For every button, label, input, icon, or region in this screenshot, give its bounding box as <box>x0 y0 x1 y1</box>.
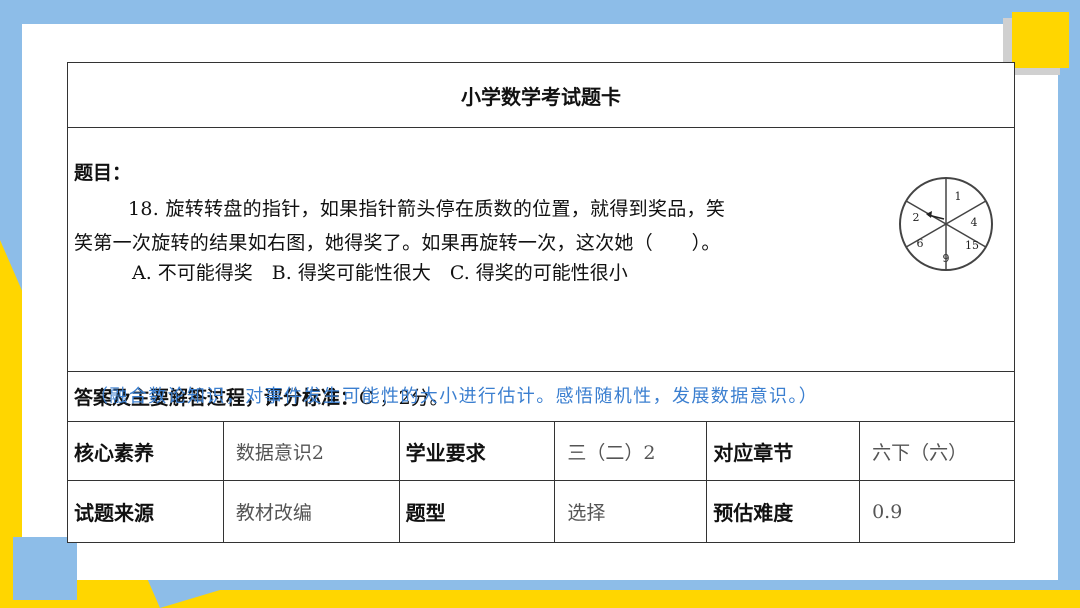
difficulty-value: 0.9 <box>859 480 1015 543</box>
question-cell: 题目： 18. 旋转转盘的指针，如果指针箭头停在质数的位置，就得到奖品，笑 笑第… <box>67 127 1015 407</box>
academic-requirement-value: 三（二）2 <box>554 421 708 481</box>
spinner-number-15: 15 <box>965 239 979 252</box>
chapter-value: 六下（六） <box>859 421 1015 481</box>
question-text-line-1: 18. 旋转转盘的指针，如果指针箭头停在质数的位置，就得到奖品，笑 <box>128 198 726 220</box>
question-label: 题目： <box>74 162 132 184</box>
spinner-number-6: 6 <box>917 237 924 250</box>
question-text-line-2: 笑第一次旋转的结果如右图，她得奖了。如果再旋转一次，这次她（ ）。 <box>74 232 721 254</box>
blue-square-decoration <box>13 537 77 600</box>
spinner-number-1: 1 <box>955 190 962 203</box>
chapter-label: 对应章节 <box>706 421 861 481</box>
info-row: 试题来源 教材改编 题型 选择 预估难度 0.9 <box>67 480 1015 543</box>
difficulty-label: 预估难度 <box>706 480 861 543</box>
spinner-icon: 1 4 15 9 6 2 <box>899 177 993 271</box>
academic-requirement-label: 学业要求 <box>398 421 556 481</box>
info-row: 核心素养 数据意识2 学业要求 三（二）2 对应章节 六下（六） <box>67 421 1015 481</box>
card-title: 小学数学考试题卡 <box>67 62 1015 128</box>
teaching-note: （融合数论知识，对事件发生可能性的大小进行估计。感悟随机性，发展数据意识。） <box>90 386 819 407</box>
source-value: 教材改编 <box>222 480 400 543</box>
spinner-number-4: 4 <box>971 216 978 229</box>
spinner-number-2: 2 <box>913 211 920 224</box>
answer-options: A. 不可能得奖 B. 得奖可能性很大 C. 得奖的可能性很小 <box>132 262 628 284</box>
question-type-label: 题型 <box>398 480 556 543</box>
exam-card-table: 小学数学考试题卡 题目： 18. 旋转转盘的指针，如果指针箭头停在质数的位置，就… <box>67 62 1015 543</box>
core-literacy-value: 数据意识2 <box>222 421 400 481</box>
core-literacy-label: 核心素养 <box>67 421 224 481</box>
source-label: 试题来源 <box>67 480 224 543</box>
question-type-value: 选择 <box>554 480 708 543</box>
yellow-square-decoration <box>1012 12 1069 68</box>
spinner-number-9: 9 <box>943 252 950 265</box>
